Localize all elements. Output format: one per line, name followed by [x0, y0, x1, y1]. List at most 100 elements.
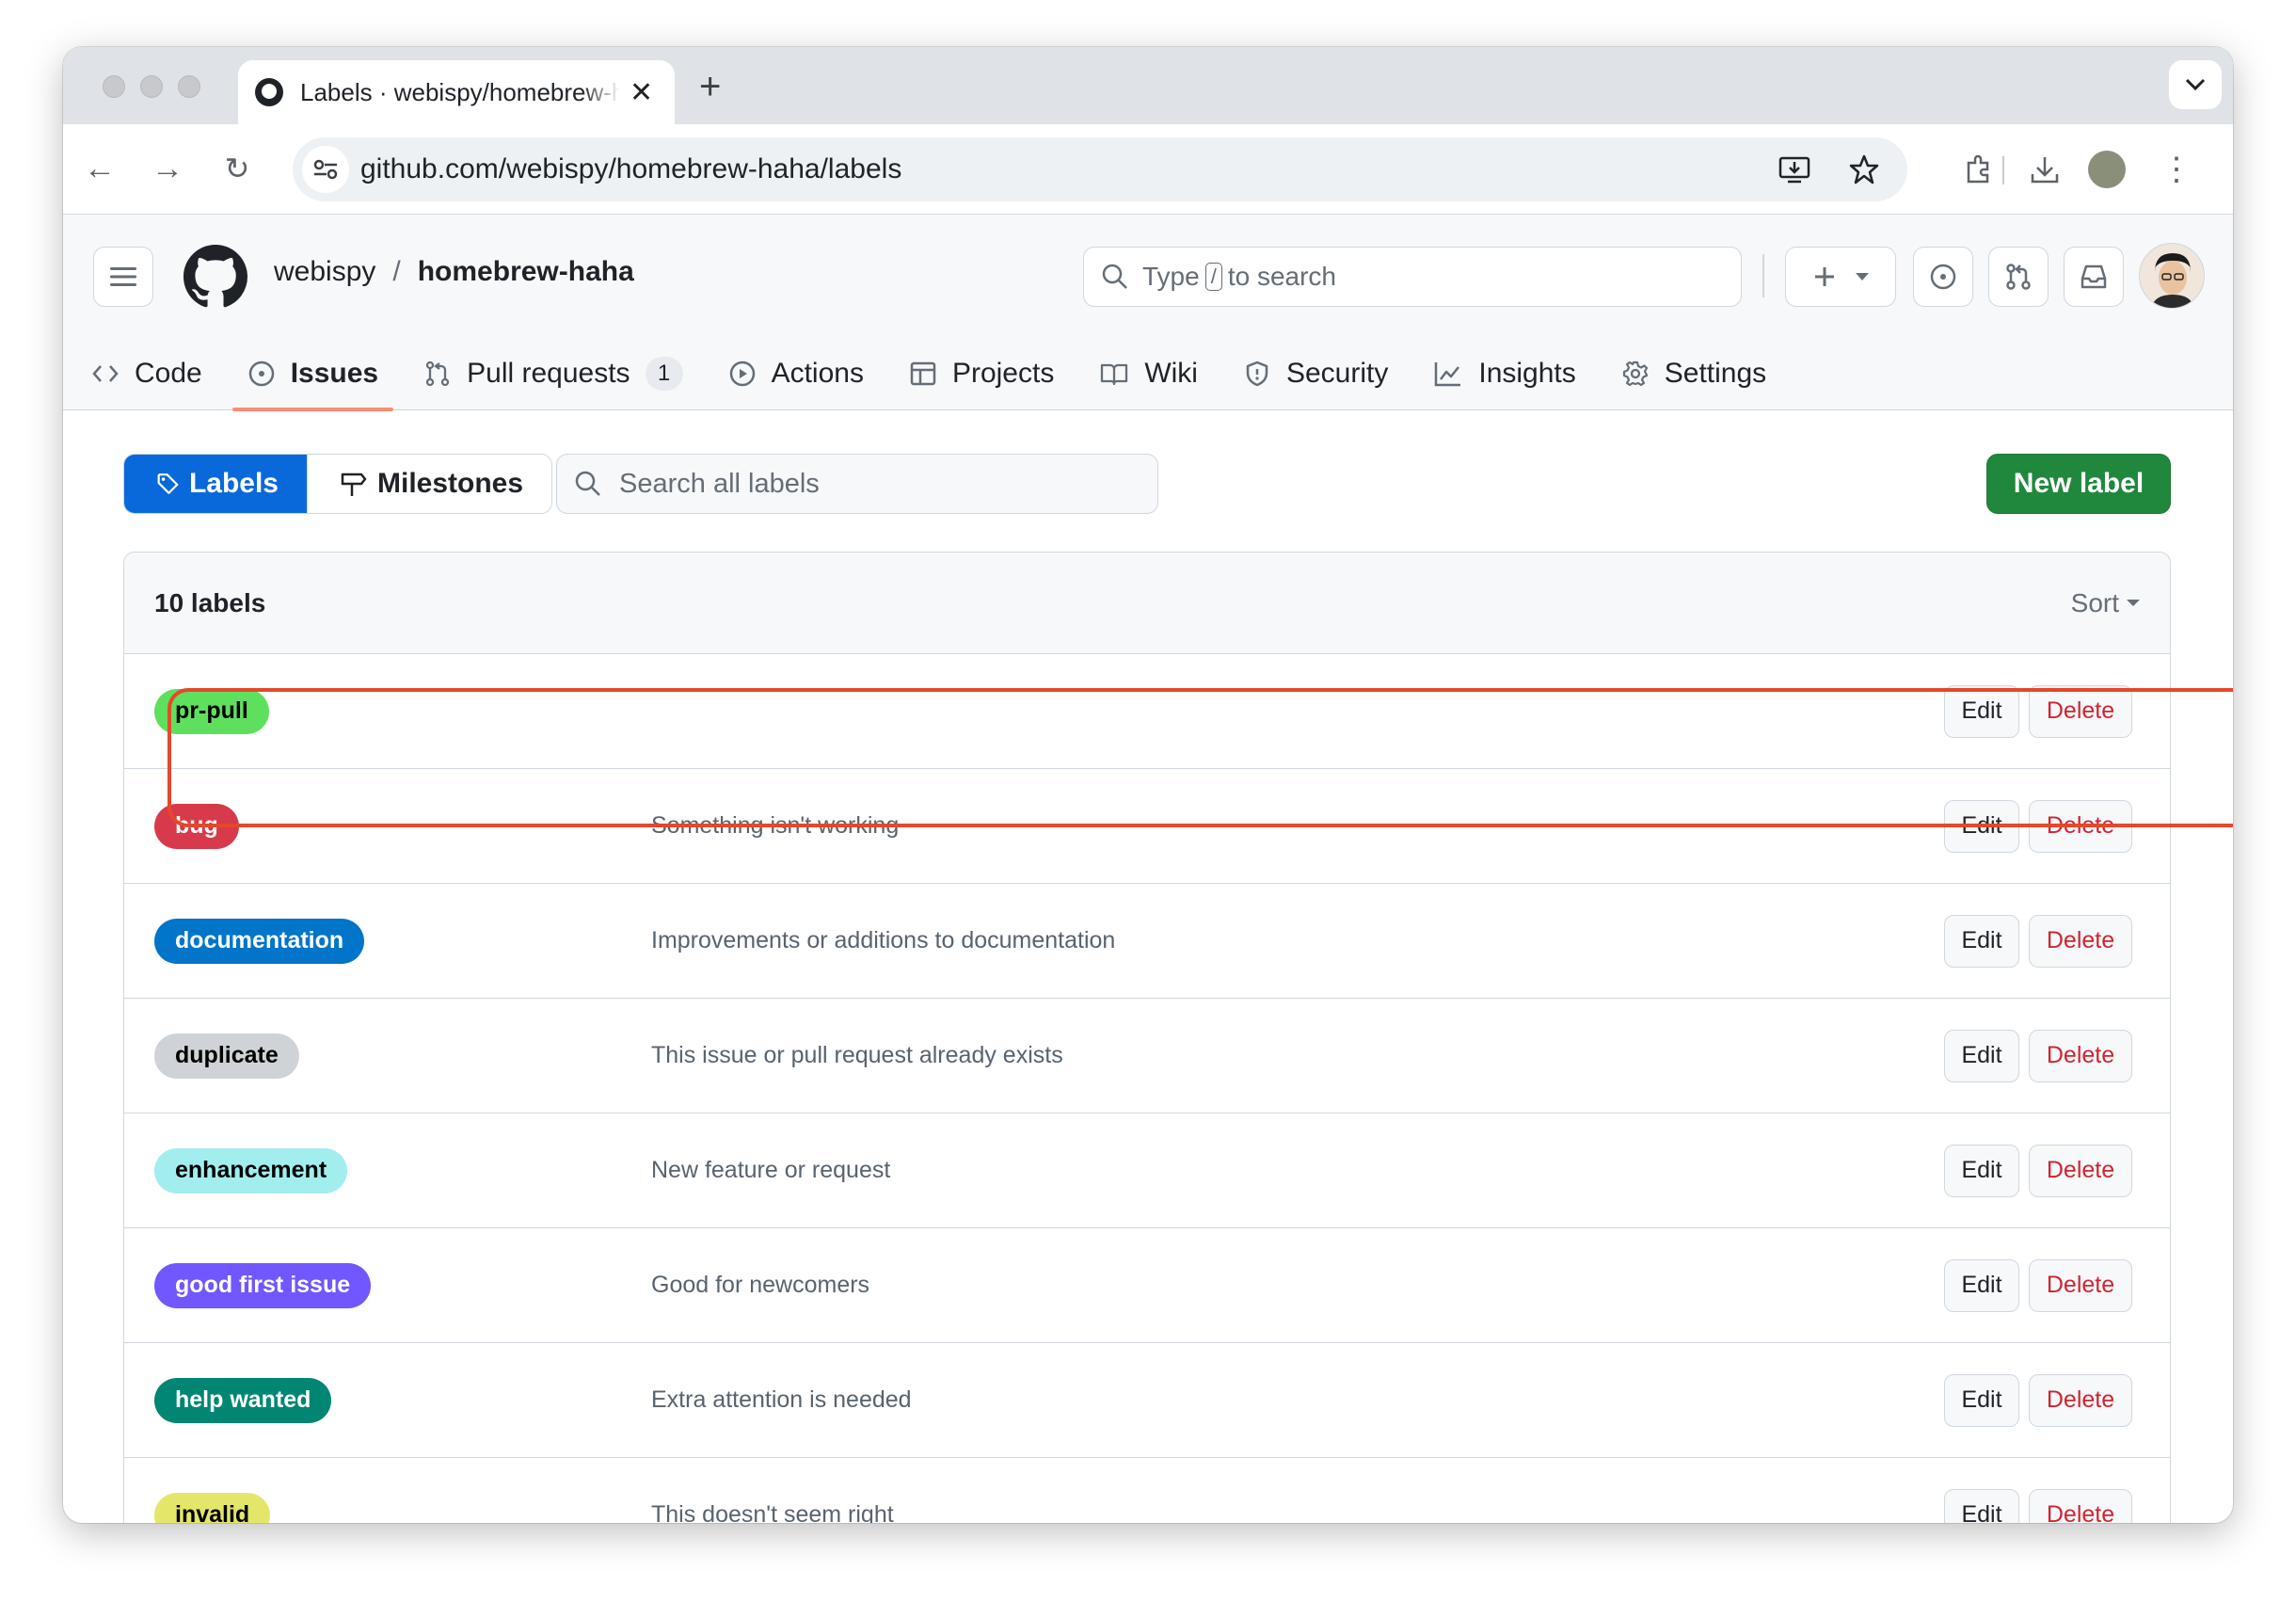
owner-link[interactable]: webispy: [274, 256, 375, 288]
create-new-button[interactable]: [1785, 247, 1896, 307]
tab-security-label: Security: [1285, 358, 1389, 389]
extensions-icon[interactable]: [1956, 147, 2001, 192]
tab-strip: Labels · webispy/homebrew-haha ✕ +: [63, 47, 2233, 124]
issues-button[interactable]: [1913, 247, 1973, 307]
repo-link[interactable]: homebrew-haha: [418, 256, 634, 288]
label-description: Improvements or additions to documentati…: [651, 927, 1116, 953]
tab-insights[interactable]: Insights: [1411, 337, 1598, 410]
downloads-icon[interactable]: [2022, 147, 2067, 192]
label-pill[interactable]: pr-pull: [154, 688, 269, 734]
tab-search-button[interactable]: [2169, 60, 2222, 109]
search-labels-input[interactable]: Search all labels: [556, 454, 1158, 514]
delete-label-button[interactable]: Delete: [2029, 1488, 2132, 1523]
label-pill[interactable]: duplicate: [154, 1033, 299, 1079]
label-actions: Edit Delete: [1944, 799, 2132, 853]
edit-label-button[interactable]: Edit: [1944, 799, 2019, 853]
tab-settings[interactable]: Settings: [1599, 337, 1789, 410]
triangle-down-icon: [1856, 273, 1869, 280]
delete-label-button[interactable]: Delete: [2029, 914, 2132, 968]
labels-tab[interactable]: Labels: [124, 455, 307, 513]
shield-icon: [1246, 360, 1268, 387]
tab-security[interactable]: Security: [1220, 337, 1411, 410]
search-icon: [575, 471, 600, 496]
delete-label-button[interactable]: Delete: [2029, 1373, 2132, 1427]
header-divider: [1762, 254, 1764, 297]
delete-label-button[interactable]: Delete: [2029, 1029, 2132, 1082]
breadcrumb-separator: /: [392, 256, 401, 287]
tab-title: Labels · webispy/homebrew-haha: [300, 77, 620, 106]
label-pill[interactable]: documentation: [154, 918, 365, 964]
play-icon: [729, 360, 755, 387]
minimize-window-button[interactable]: [140, 75, 163, 98]
git-pull-request-icon: [2006, 264, 2031, 290]
milestones-tab[interactable]: Milestones: [307, 455, 552, 513]
label-pill[interactable]: good first issue: [154, 1262, 372, 1308]
edit-label-button[interactable]: Edit: [1944, 1258, 2019, 1312]
global-search-input[interactable]: Type / to search: [1083, 247, 1742, 307]
delete-label-button[interactable]: Delete: [2029, 684, 2132, 738]
label-row: pr-pull Edit Delete: [124, 654, 2170, 769]
label-actions: Edit Delete: [1944, 1258, 2132, 1312]
labels-count: 10 labels: [154, 587, 266, 617]
label-pill[interactable]: bug: [154, 803, 239, 849]
edit-label-button[interactable]: Edit: [1944, 1029, 2019, 1082]
delete-label-button[interactable]: Delete: [2029, 1144, 2132, 1197]
tab-issues[interactable]: Issues: [225, 337, 401, 411]
site-settings-icon[interactable]: [302, 146, 349, 193]
tab-wiki-label: Wiki: [1144, 358, 1198, 389]
tab-actions[interactable]: Actions: [706, 337, 886, 410]
install-app-icon[interactable]: [1772, 147, 1817, 192]
edit-label-button[interactable]: Edit: [1944, 1373, 2019, 1427]
tab-code[interactable]: Code: [63, 337, 225, 410]
search-prefix: Type: [1142, 262, 1200, 291]
browser-menu-icon[interactable]: ⋮: [2154, 147, 2199, 192]
breadcrumb: webispy / homebrew-haha: [274, 256, 634, 288]
sort-dropdown[interactable]: Sort: [2071, 588, 2140, 618]
github-logo-icon[interactable]: [183, 245, 247, 309]
tab-wiki[interactable]: Wiki: [1076, 337, 1220, 410]
address-bar[interactable]: github.com/webispy/homebrew-haha/labels: [293, 137, 1907, 201]
tab-pull-requests-label: Pull requests: [467, 358, 630, 389]
edit-label-button[interactable]: Edit: [1944, 1144, 2019, 1197]
label-pill[interactable]: help wanted: [154, 1377, 332, 1423]
profile-avatar[interactable]: [2088, 151, 2126, 188]
new-label-button[interactable]: New label: [1986, 454, 2171, 514]
browser-tab[interactable]: Labels · webispy/homebrew-haha ✕: [238, 60, 675, 124]
label-pill[interactable]: enhancement: [154, 1147, 348, 1193]
bookmark-star-icon[interactable]: [1842, 147, 1887, 192]
forward-icon[interactable]: →: [144, 145, 191, 192]
repo-nav: Code Issues Pull requests 1 Actions Proj…: [63, 337, 1789, 411]
pull-request-icon: [425, 360, 450, 387]
tab-projects[interactable]: Projects: [886, 337, 1076, 410]
pull-requests-count-badge: 1: [645, 357, 683, 391]
close-tab-icon[interactable]: ✕: [630, 76, 653, 109]
back-icon[interactable]: ←: [76, 145, 123, 192]
tag-icon: [157, 473, 179, 494]
edit-label-button[interactable]: Edit: [1944, 684, 2019, 738]
close-window-button[interactable]: [103, 75, 125, 98]
zoom-window-button[interactable]: [178, 75, 200, 98]
label-description: Something isn't working: [651, 812, 900, 839]
tab-pull-requests[interactable]: Pull requests 1: [401, 337, 705, 410]
inbox-button[interactable]: [2064, 247, 2124, 307]
hamburger-icon: [110, 267, 136, 286]
triangle-down-icon: [2127, 600, 2140, 606]
label-pill[interactable]: invalid: [154, 1492, 271, 1523]
github-favicon-icon: [255, 78, 283, 106]
tab-settings-label: Settings: [1664, 358, 1767, 389]
user-avatar[interactable]: [2139, 243, 2205, 309]
pull-requests-button[interactable]: [1988, 247, 2049, 307]
new-tab-icon[interactable]: +: [699, 66, 721, 108]
chevron-down-icon: [2185, 78, 2206, 91]
edit-label-button[interactable]: Edit: [1944, 914, 2019, 968]
reload-icon[interactable]: ↻: [214, 145, 261, 192]
delete-label-button[interactable]: Delete: [2029, 1258, 2132, 1312]
tab-actions-label: Actions: [771, 358, 864, 389]
delete-label-button[interactable]: Delete: [2029, 799, 2132, 853]
inbox-icon: [2081, 264, 2107, 289]
menu-button[interactable]: [93, 247, 153, 307]
edit-label-button[interactable]: Edit: [1944, 1488, 2019, 1523]
label-description: New feature or request: [651, 1157, 891, 1183]
labels-tab-label: Labels: [188, 468, 279, 499]
label-actions: Edit Delete: [1944, 1029, 2132, 1082]
